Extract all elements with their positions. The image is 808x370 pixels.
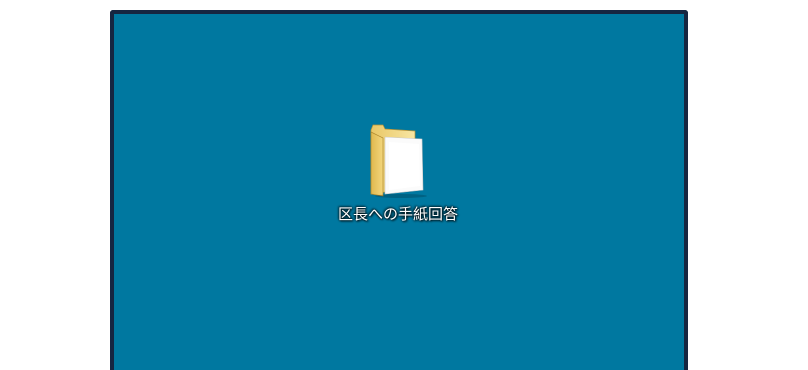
desktop-area[interactable]: 区長への手紙回答: [114, 14, 684, 370]
desktop-folder-item[interactable]: 区長への手紙回答: [310, 122, 486, 223]
folder-icon: [370, 124, 427, 198]
desktop-window-frame: 区長への手紙回答: [110, 10, 688, 370]
folder-label: 区長への手紙回答: [337, 205, 458, 223]
